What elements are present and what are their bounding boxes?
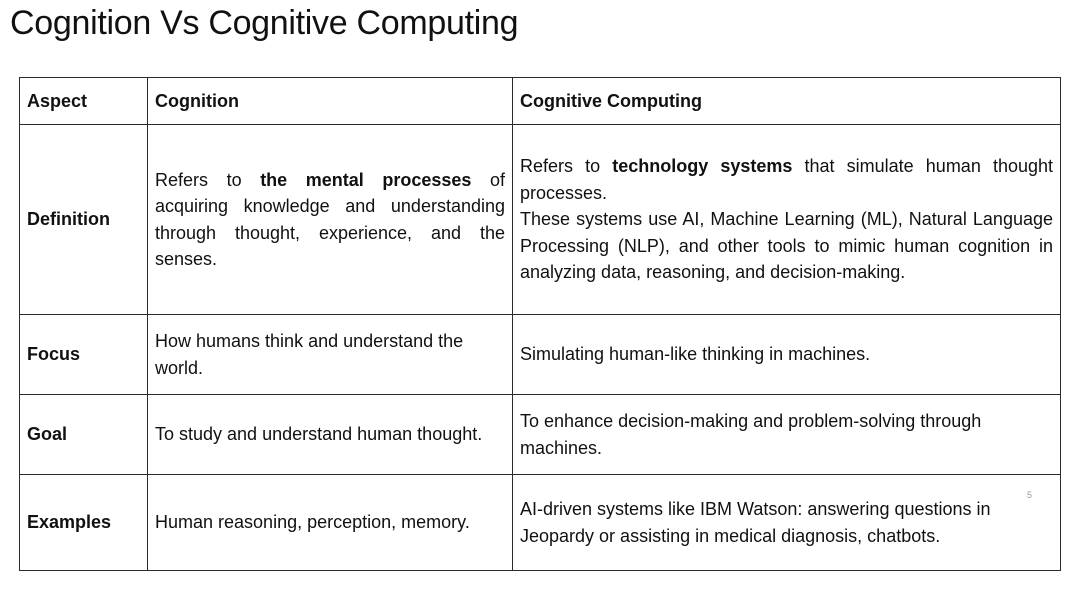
- cognition-cell: How humans think and understand the worl…: [147, 314, 513, 395]
- aspect-cell: Focus: [19, 314, 148, 395]
- cognitive-computing-cell: AI-driven systems like IBM Watson: answe…: [512, 474, 1061, 571]
- definition-line-1: Refers to technology systems that simula…: [520, 153, 1053, 206]
- aspect-cell: Examples: [19, 474, 148, 571]
- table-row-examples: Examples Human reasoning, perception, me…: [19, 474, 1061, 571]
- header-cognitive-computing: Cognitive Computing: [512, 77, 1061, 125]
- cognition-cell: Refers to the mental processes of acquir…: [147, 124, 513, 315]
- cognitive-computing-cell: To enhance decision-making and problem-s…: [512, 394, 1061, 475]
- header-cognition: Cognition: [147, 77, 513, 125]
- table-row-definition: Definition Refers to the mental processe…: [19, 124, 1061, 315]
- table-row-goal: Goal To study and understand human thoug…: [19, 394, 1061, 475]
- definition-line-2: These systems use AI, Machine Learning (…: [520, 209, 1053, 283]
- definition-text-bold: technology systems: [612, 156, 793, 177]
- definition-text-pre: Refers to: [155, 169, 261, 190]
- definition-text-bold: the mental processes: [260, 169, 472, 190]
- table-header-row: Aspect Cognition Cognitive Computing: [19, 77, 1061, 125]
- header-aspect: Aspect: [19, 77, 148, 125]
- cognition-cell: To study and understand human thought.: [147, 394, 513, 475]
- definition-text-pre: Refers to: [520, 156, 613, 177]
- page-number: 5: [1027, 490, 1033, 500]
- table-row-focus: Focus How humans think and understand th…: [19, 314, 1061, 395]
- page-title: Cognition Vs Cognitive Computing: [10, 4, 519, 42]
- aspect-cell: Definition: [19, 124, 148, 315]
- aspect-cell: Goal: [19, 394, 148, 475]
- cognitive-computing-cell: Simulating human-like thinking in machin…: [512, 314, 1061, 395]
- cognition-cell: Human reasoning, perception, memory.: [147, 474, 513, 571]
- comparison-table: Aspect Cognition Cognitive Computing Def…: [19, 77, 1061, 571]
- cognitive-computing-cell: Refers to technology systems that simula…: [512, 124, 1061, 315]
